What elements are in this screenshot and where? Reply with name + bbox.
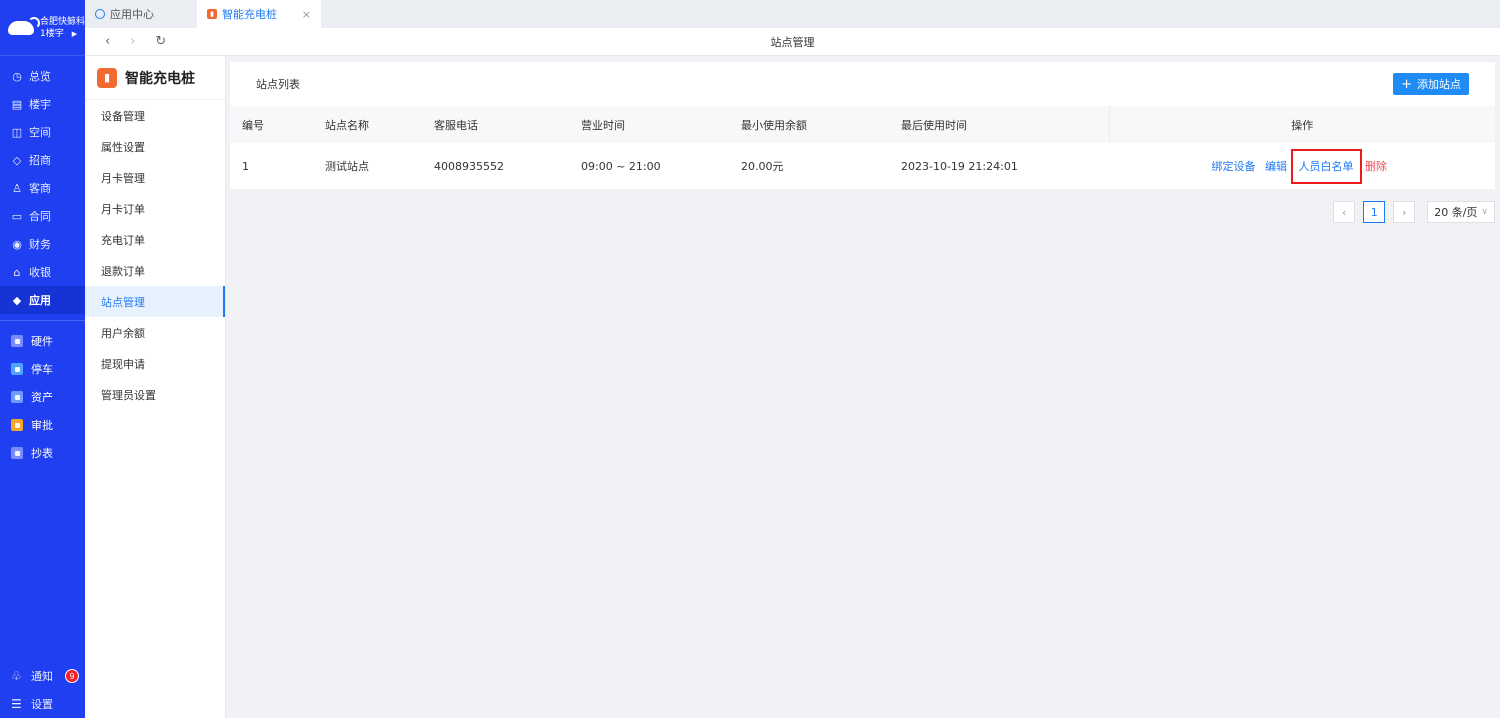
whitelist-link[interactable]: 人员白名单 [1290, 149, 1362, 184]
bind-device-link[interactable]: 绑定设备 [1212, 160, 1256, 173]
divider [0, 320, 85, 321]
forward-icon[interactable]: › [130, 34, 135, 49]
col-header-id: 编号 [230, 106, 313, 143]
app-center-icon [95, 9, 105, 19]
subnav-item-monthly-orders[interactable]: 月卡订单 [85, 193, 225, 224]
logo-icon [8, 16, 40, 35]
approval-icon [11, 419, 23, 431]
main-sidebar: 合肥快鲸科 1楼宇 ▶ ◷ 总览 ▤ 楼宇 ◫ 空间 ◇ 招商 ♙ 客商 ▭ 合同 ◉ 财务 ⌂… [0, 0, 85, 718]
nav-item-overview[interactable]: ◷ 总览 [0, 62, 85, 90]
panel-title: 站点列表 [256, 78, 300, 91]
cell-name: 测试站点 [325, 160, 369, 173]
tab-app-center[interactable]: 应用中心 [85, 0, 197, 28]
cell-last-used: 2023-10-19 21:24:01 [901, 159, 1018, 173]
app-header: ▮ 智能充电桩 [85, 56, 225, 100]
document-icon: ▭ [11, 209, 23, 223]
cell-actions: 绑定设备 编辑 人员白名单 删除 [1109, 143, 1495, 189]
users-icon: ♙ [12, 181, 22, 195]
app-item-hardware[interactable]: 硬件 [0, 327, 85, 355]
cell-id: 1 [242, 159, 249, 173]
subnav-item-stations[interactable]: 站点管理 [85, 286, 225, 317]
col-header-last-used: 最后使用时间 [901, 106, 1109, 143]
org-name: 合肥快鲸科 [40, 16, 86, 27]
table-header-row: 编号 站点名称 客服电话 营业时间 最小使用余额 最后使用时间 操作 [230, 106, 1495, 143]
refresh-icon[interactable]: ↻ [155, 34, 166, 49]
nav-item-settings[interactable]: ☰ 设置 [0, 690, 85, 718]
app-item-approval[interactable]: 审批 [0, 411, 85, 439]
cell-phone: 4008935552 [434, 159, 504, 173]
cell-min-balance: 20.00元 [741, 160, 784, 173]
org-switcher[interactable]: 合肥快鲸科 1楼宇 ▶ [0, 0, 85, 56]
nav-item-finance[interactable]: ◉ 财务 [0, 230, 85, 258]
meter-icon [11, 447, 23, 459]
station-table: 编号 站点名称 客服电话 营业时间 最小使用余额 最后使用时间 操作 1 测试站… [230, 106, 1495, 189]
cube-icon: ◫ [11, 125, 23, 139]
col-header-phone: 客服电话 [434, 106, 581, 143]
subnav-item-monthly-cards[interactable]: 月卡管理 [85, 162, 225, 193]
page-title: 站点管理 [770, 35, 815, 49]
building-name: 1楼宇 [40, 28, 64, 39]
back-icon[interactable]: ‹ [105, 34, 110, 49]
nav-item-cashier[interactable]: ⌂ 收银 [0, 258, 85, 286]
col-header-name: 站点名称 [313, 106, 434, 143]
col-header-hours: 营业时间 [581, 106, 741, 143]
nav-item-contracts[interactable]: ▭ 合同 [0, 202, 85, 230]
cell-hours: 09:00 ~ 21:00 [581, 159, 661, 173]
tag-icon: ◇ [12, 153, 22, 167]
prev-page-button[interactable]: ‹ [1333, 201, 1356, 223]
nav-item-building[interactable]: ▤ 楼宇 [0, 90, 85, 118]
assets-icon [11, 391, 23, 403]
parking-icon [11, 363, 23, 375]
next-page-button[interactable]: › [1393, 201, 1416, 223]
menu-icon: ☰ [11, 697, 22, 711]
caret-right-icon: ▶ [71, 29, 78, 38]
nav-item-notice[interactable]: ♧ 通知 9 [0, 662, 85, 690]
station-list-panel: 站点列表 + 添加站点 编号 站点名称 客服电话 营业时间 最小使用余额 最后使… [230, 62, 1495, 189]
app-item-meter[interactable]: 抄表 [0, 439, 85, 467]
app-item-parking[interactable]: 停车 [0, 355, 85, 383]
delete-link[interactable]: 删除 [1365, 160, 1387, 173]
app-item-assets[interactable]: 资产 [0, 383, 85, 411]
chevron-down-icon: ∨ [1481, 207, 1488, 217]
charger-icon: ▮ [97, 67, 117, 88]
nav-item-tenants[interactable]: ♙ 客商 [0, 174, 85, 202]
subnav-item-withdrawals[interactable]: 提现申请 [85, 348, 225, 379]
building-icon: ▤ [11, 97, 23, 111]
table-row: 1 测试站点 4008935552 09:00 ~ 21:00 20.00元 2… [230, 143, 1495, 189]
home-icon: ⌂ [13, 265, 21, 279]
coin-icon: ◉ [12, 237, 22, 251]
col-header-actions: 操作 [1108, 106, 1495, 143]
app-sidebar: ▮ 智能充电桩 设备管理 属性设置 月卡管理 月卡订单 充电订单 退款订单 站点… [85, 56, 226, 718]
add-station-button[interactable]: + 添加站点 [1393, 73, 1469, 95]
edit-link[interactable]: 编辑 [1265, 160, 1287, 173]
col-header-min-balance: 最小使用余额 [741, 106, 901, 143]
close-icon[interactable]: × [302, 8, 311, 21]
main-content: 站点列表 + 添加站点 编号 站点名称 客服电话 营业时间 最小使用余额 最后使… [230, 62, 1495, 223]
bell-icon: ♧ [11, 669, 22, 683]
notice-count-badge: 9 [65, 669, 79, 683]
tab-smart-charger[interactable]: ▮ 智能充电桩 × [197, 0, 321, 28]
subnav-item-attributes[interactable]: 属性设置 [85, 131, 225, 162]
page-size-select[interactable]: 20 条/页 ∨ [1427, 201, 1495, 223]
subnav-item-admins[interactable]: 管理员设置 [85, 379, 225, 410]
subnav-item-refund-orders[interactable]: 退款订单 [85, 255, 225, 286]
subnav-item-devices[interactable]: 设备管理 [85, 100, 225, 131]
app-name: 智能充电桩 [125, 70, 195, 87]
pagination: ‹ 1 › 20 条/页 ∨ [230, 201, 1495, 223]
charger-icon: ▮ [207, 9, 217, 19]
tab-bar: 应用中心 ▮ 智能充电桩 × [85, 0, 1500, 28]
subnav-item-charge-orders[interactable]: 充电订单 [85, 224, 225, 255]
nav-item-apps[interactable]: ◆ 应用 [0, 286, 85, 314]
page-number[interactable]: 1 [1363, 201, 1386, 223]
dashboard-icon: ◷ [12, 69, 22, 83]
nav-item-leasing[interactable]: ◇ 招商 [0, 146, 85, 174]
apps-icon: ◆ [12, 293, 22, 307]
hardware-icon [11, 335, 23, 347]
address-bar: ‹ › ↻ 站点管理 [85, 28, 1500, 56]
subnav-item-user-balance[interactable]: 用户余额 [85, 317, 225, 348]
nav-item-space[interactable]: ◫ 空间 [0, 118, 85, 146]
plus-icon: + [1401, 76, 1412, 92]
